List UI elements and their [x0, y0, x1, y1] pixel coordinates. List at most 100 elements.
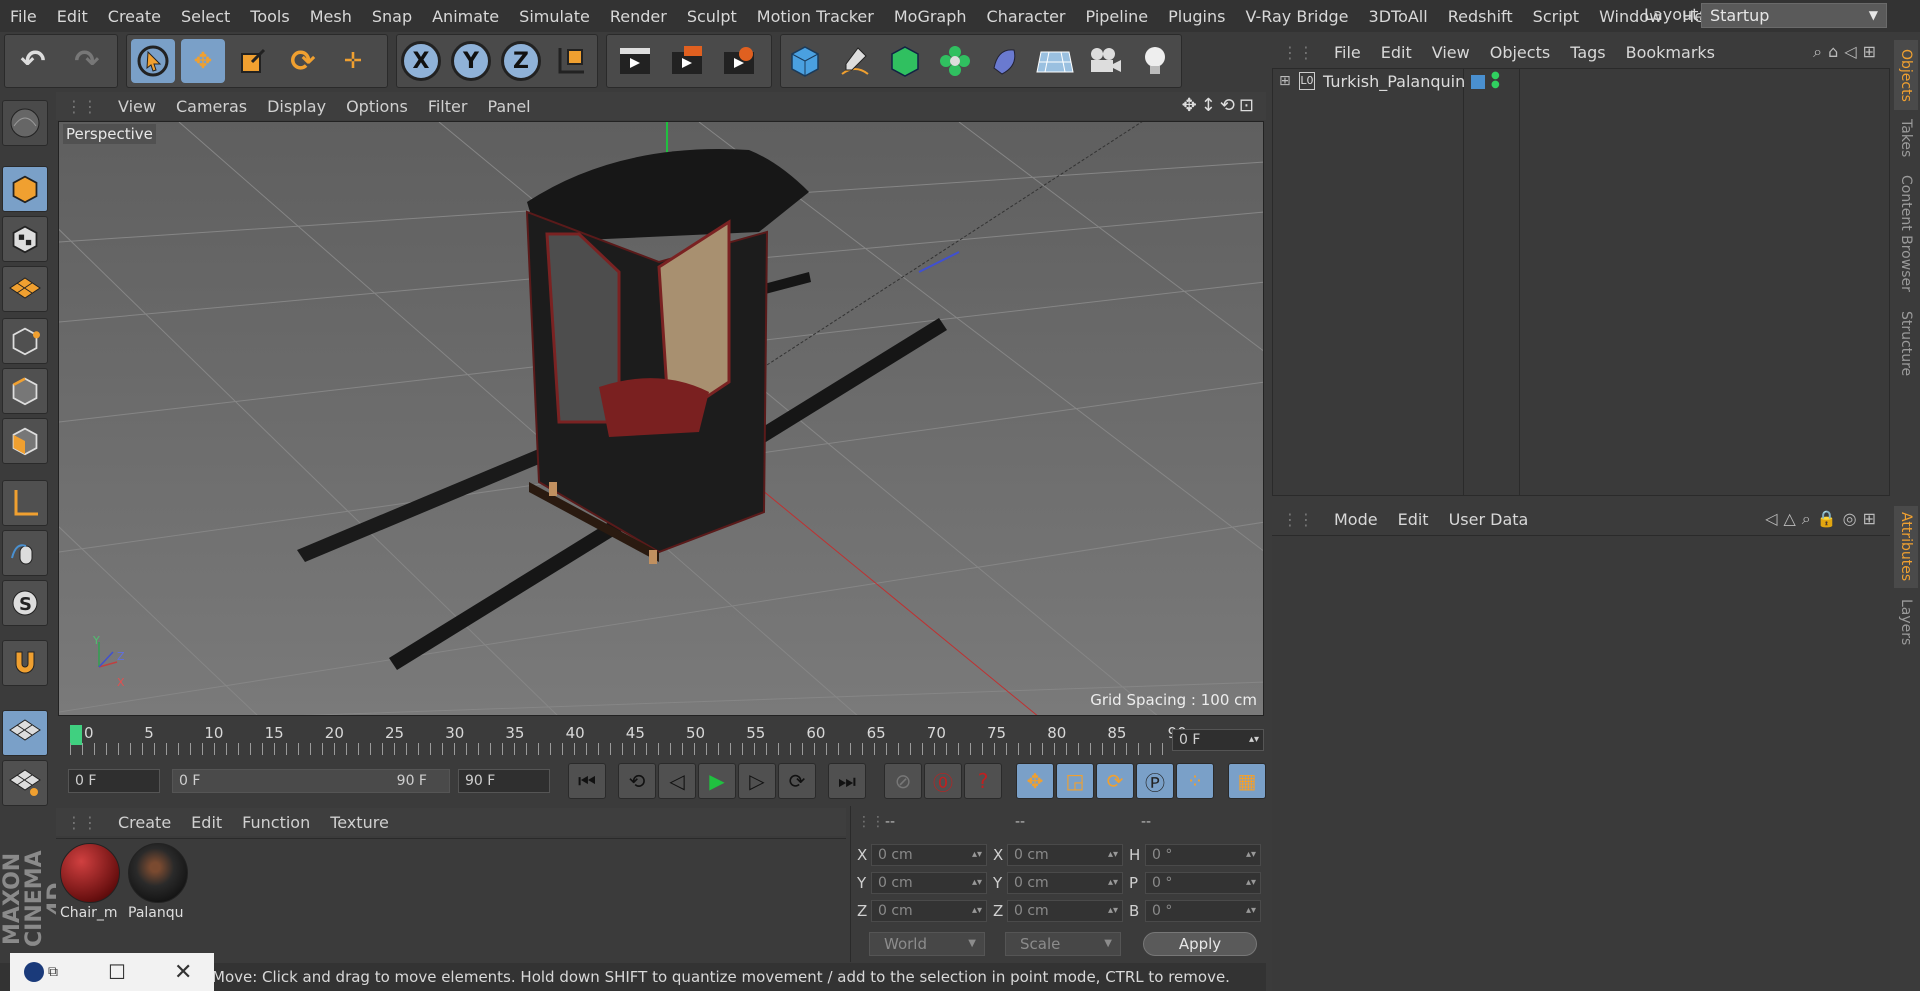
next-frame-icon[interactable]: ▷: [738, 763, 776, 799]
select-cursor-icon[interactable]: [131, 39, 175, 83]
model-mode-icon[interactable]: [2, 166, 48, 212]
autokey-icon[interactable]: ⓪: [924, 763, 962, 799]
coordinate-space-dropdown[interactable]: World ▼: [869, 932, 985, 956]
workplane-lock-icon[interactable]: [2, 710, 48, 756]
menu-render[interactable]: Render: [600, 7, 677, 26]
move-tool-icon[interactable]: ✥: [181, 39, 225, 83]
camera-icon[interactable]: [1083, 39, 1127, 83]
objects-menu-tags[interactable]: Tags: [1560, 43, 1615, 62]
start-frame-field[interactable]: 0 F: [68, 769, 160, 793]
undo-icon[interactable]: ↶: [11, 39, 55, 83]
restore-icon[interactable]: ⧉: [48, 964, 58, 980]
pos-z-field[interactable]: 0 cm ▴▾: [871, 900, 987, 922]
menu-create[interactable]: Create: [98, 7, 171, 26]
z-axis-lock-button[interactable]: Z: [499, 39, 543, 83]
objects-menu-file[interactable]: File: [1324, 43, 1371, 62]
perspective-viewport[interactable]: Y Z X Perspective Grid Spacing : 100 cm: [58, 121, 1264, 716]
play-icon[interactable]: ▶: [698, 763, 736, 799]
objects-search-home-icons[interactable]: ⌕⌂◁⊞: [1813, 42, 1882, 62]
tab-attributes[interactable]: Attributes: [1894, 506, 1918, 588]
preview-range-slider[interactable]: 0 F 90 F: [172, 769, 450, 793]
timeline-window-icon[interactable]: ▦: [1228, 763, 1266, 799]
tab-structure[interactable]: Structure: [1894, 304, 1918, 384]
goto-start-icon[interactable]: ⏮: [568, 763, 606, 799]
viewport-menu-panel[interactable]: Panel: [477, 97, 540, 116]
key-parameter-icon[interactable]: Ⓟ: [1136, 763, 1174, 799]
viewport-menu-cameras[interactable]: Cameras: [166, 97, 257, 116]
record-keys-icon[interactable]: ⊘: [884, 763, 922, 799]
tab-objects[interactable]: Objects: [1894, 40, 1918, 110]
visibility-dots-icon[interactable]: ● ●: [1491, 71, 1500, 90]
menu-script[interactable]: Script: [1523, 7, 1589, 26]
material-chair[interactable]: Chair_m: [60, 843, 122, 929]
texture-mode-icon[interactable]: [2, 216, 48, 262]
material-menu-function[interactable]: Function: [232, 813, 320, 832]
render-picture-viewer-icon[interactable]: [665, 39, 709, 83]
tab-takes[interactable]: Takes: [1894, 112, 1918, 164]
layout-dropdown[interactable]: Startup ▼: [1701, 3, 1887, 28]
rot-p-field[interactable]: 0 ° ▴▾: [1145, 872, 1261, 894]
pos-x-field[interactable]: 0 cm ▴▾: [871, 844, 987, 866]
workplane-mode-icon[interactable]: [2, 266, 48, 312]
tweak-mode-icon[interactable]: [2, 530, 48, 576]
key-pla-icon[interactable]: ⁘: [1176, 763, 1214, 799]
layer-color-swatch[interactable]: [1471, 75, 1485, 89]
menu-edit[interactable]: Edit: [47, 7, 98, 26]
pos-y-field[interactable]: 0 cm ▴▾: [871, 872, 987, 894]
prev-frame-icon[interactable]: ◁: [658, 763, 696, 799]
rot-h-field[interactable]: 0 ° ▴▾: [1145, 844, 1261, 866]
expand-icon[interactable]: ⊞: [1279, 73, 1291, 89]
object-name[interactable]: Turkish_Palanquin: [1323, 72, 1465, 91]
rotate-tool-icon[interactable]: ⟳: [281, 39, 325, 83]
edge-mode-icon[interactable]: [2, 368, 48, 414]
cube-icon[interactable]: [783, 39, 827, 83]
menu-tools[interactable]: Tools: [240, 7, 299, 26]
key-rotation-icon[interactable]: ⟳: [1096, 763, 1134, 799]
render-settings-icon[interactable]: [717, 39, 761, 83]
size-x-field[interactable]: 0 cm ▴▾: [1007, 844, 1123, 866]
viewport-menu-options[interactable]: Options: [336, 97, 418, 116]
menu-snap[interactable]: Snap: [362, 7, 422, 26]
light-icon[interactable]: [1133, 39, 1177, 83]
scale-tool-icon[interactable]: [231, 39, 275, 83]
next-key-icon[interactable]: ⟳: [778, 763, 816, 799]
attributes-menu-edit[interactable]: Edit: [1388, 510, 1439, 529]
menu-sculpt[interactable]: Sculpt: [677, 7, 747, 26]
workplane-grid-icon[interactable]: [2, 760, 48, 806]
attributes-nav-icons[interactable]: ◁△⌕🔒◎⊞: [1765, 509, 1882, 529]
prev-key-icon[interactable]: ⟲: [618, 763, 656, 799]
material-menu-create[interactable]: Create: [108, 813, 181, 832]
render-view-icon[interactable]: [613, 39, 657, 83]
pen-spline-icon[interactable]: [833, 39, 877, 83]
y-axis-lock-button[interactable]: Y: [449, 39, 493, 83]
objects-menu-objects[interactable]: Objects: [1480, 43, 1560, 62]
material-palanquin[interactable]: Palanqu: [128, 843, 190, 929]
viewport-nav-icons[interactable]: ✥↕⟲⊡: [1182, 95, 1258, 116]
polygon-mode-icon[interactable]: [2, 418, 48, 464]
tab-layers[interactable]: Layers: [1894, 592, 1918, 652]
key-scale-icon[interactable]: ◲: [1056, 763, 1094, 799]
key-position-icon[interactable]: ✥: [1016, 763, 1054, 799]
menu-motion-tracker[interactable]: Motion Tracker: [747, 7, 884, 26]
menu-3dtoall[interactable]: 3DToAll: [1359, 7, 1438, 26]
rot-b-field[interactable]: 0 ° ▴▾: [1145, 900, 1261, 922]
material-menu-edit[interactable]: Edit: [181, 813, 232, 832]
maximize-icon[interactable]: ☐: [108, 960, 126, 984]
menu-animate[interactable]: Animate: [422, 7, 509, 26]
redo-icon[interactable]: ↷: [65, 39, 109, 83]
menu-mesh[interactable]: Mesh: [300, 7, 362, 26]
goto-end-icon[interactable]: ⏭: [828, 763, 866, 799]
move-arrows-icon[interactable]: ✛: [331, 39, 375, 83]
keyframe-selection-icon[interactable]: ?: [964, 763, 1002, 799]
menu-mograph[interactable]: MoGraph: [884, 7, 977, 26]
x-axis-lock-button[interactable]: X: [399, 39, 443, 83]
material-menu-texture[interactable]: Texture: [320, 813, 399, 832]
magnet-snap-icon[interactable]: [2, 640, 48, 686]
viewport-menu-display[interactable]: Display: [257, 97, 336, 116]
axis-mode-icon[interactable]: [2, 480, 48, 526]
viewport-menu-view[interactable]: View: [108, 97, 166, 116]
objects-menu-bookmarks[interactable]: Bookmarks: [1616, 43, 1725, 62]
cinema4d-app-icon[interactable]: [24, 962, 44, 982]
menu-vray-bridge[interactable]: V-Ray Bridge: [1235, 7, 1358, 26]
floor-icon[interactable]: [1033, 39, 1077, 83]
